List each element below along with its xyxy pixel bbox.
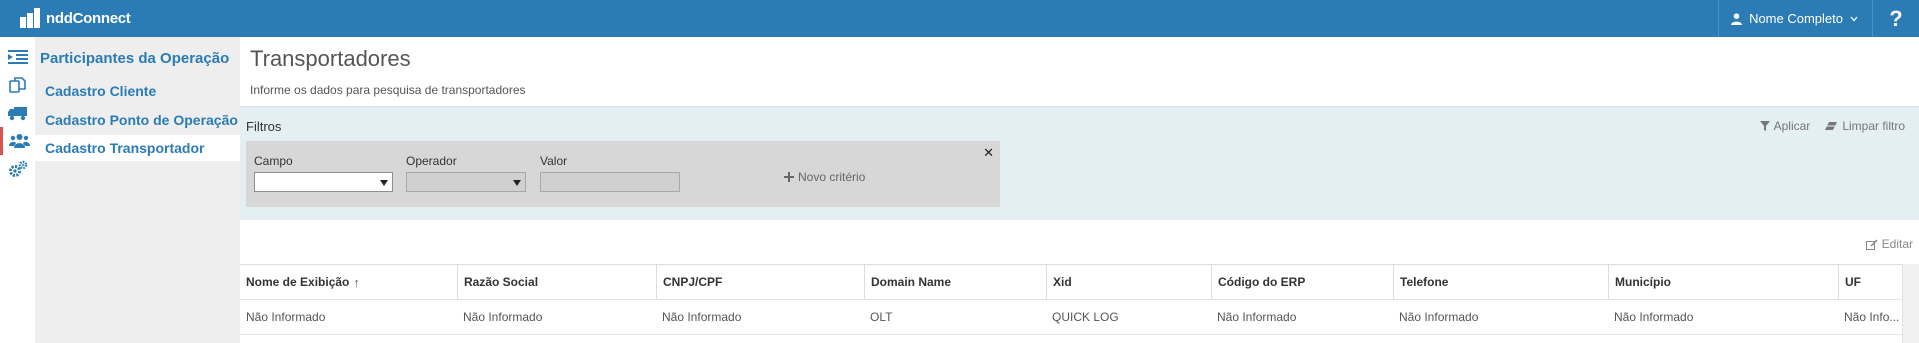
apply-filter-label: Aplicar	[1773, 119, 1811, 133]
icon-rail	[0, 37, 35, 343]
transporters-table: Nome de Exibição ↑ Razão Social CNPJ/CPF…	[240, 264, 1919, 335]
users-group-icon	[8, 134, 30, 148]
subnav-item-cadastro-ponto-operacao[interactable]: Cadastro Ponto de Operação	[45, 112, 238, 128]
rail-participants-button[interactable]	[0, 127, 35, 155]
column-header-razao-social[interactable]: Razão Social	[457, 265, 656, 299]
subnav-title: Participantes da Operação	[40, 50, 230, 67]
value-input[interactable]	[540, 172, 680, 192]
table-cell: Não Informado	[463, 310, 543, 324]
edit-icon	[1865, 238, 1878, 250]
app-logo[interactable]: nddConnect	[20, 8, 131, 28]
filters-panel: Filtros Aplicar Limpar filtro Campo Oper…	[240, 106, 1919, 220]
table-cell: Não Info...	[1844, 310, 1900, 324]
remove-criterion-close-icon[interactable]: ✕	[983, 145, 994, 161]
list-indent-icon	[7, 50, 28, 64]
plus-icon	[784, 172, 794, 182]
value-label: Valor	[540, 154, 568, 168]
field-label: Campo	[254, 154, 293, 168]
gears-icon	[8, 160, 27, 177]
edit-button[interactable]: Editar	[1865, 237, 1913, 251]
column-header-uf[interactable]: UF	[1838, 265, 1902, 299]
column-header-nome-exibicao[interactable]: Nome de Exibição ↑	[240, 265, 457, 299]
table-header: Nome de Exibição ↑ Razão Social CNPJ/CPF…	[240, 264, 1919, 300]
column-header-cnpj-cpf[interactable]: CNPJ/CPF	[656, 265, 864, 299]
column-header-codigo-erp[interactable]: Código do ERP	[1211, 265, 1393, 299]
subnav-item-cadastro-transportador[interactable]: Cadastro Transportador	[35, 135, 240, 161]
operator-label: Operador	[406, 154, 457, 168]
truck-icon	[7, 106, 27, 120]
table-row[interactable]: Não Informado Não Informado Não Informad…	[240, 300, 1919, 335]
table-cell: OLT	[870, 310, 893, 324]
column-header-domain-name[interactable]: Domain Name	[864, 265, 1046, 299]
clear-filter-label: Limpar filtro	[1842, 119, 1905, 133]
page-title: Transportadores	[250, 46, 411, 71]
table-cell: Não Informado	[1399, 310, 1479, 324]
column-header-label: Nome de Exibição	[246, 275, 350, 289]
rail-transport-button[interactable]	[0, 99, 35, 127]
filters-title: Filtros	[246, 119, 282, 134]
rail-list-button[interactable]	[0, 43, 35, 71]
sub-navigation: Participantes da Operação Cadastro Clien…	[35, 37, 240, 343]
field-select[interactable]	[254, 172, 393, 192]
page-subtitle: Informe os dados para pesquisa de transp…	[250, 83, 526, 97]
table-cell: Não Informado	[662, 310, 742, 324]
subnav-item-cadastro-cliente[interactable]: Cadastro Cliente	[45, 83, 156, 99]
column-header-xid[interactable]: Xid	[1046, 265, 1211, 299]
edit-label: Editar	[1881, 237, 1913, 251]
app-name: nddConnect	[46, 9, 131, 27]
logo-icon	[20, 8, 40, 28]
table-cell: Não Informado	[246, 310, 326, 324]
operator-select[interactable]	[406, 172, 526, 192]
rail-settings-button[interactable]	[0, 155, 35, 183]
table-cell: Não Informado	[1614, 310, 1694, 324]
column-header-telefone[interactable]: Telefone	[1393, 265, 1608, 299]
clear-filter-button[interactable]: Limpar filtro	[1824, 119, 1905, 133]
table-cell: Não Informado	[1217, 310, 1297, 324]
filter-actions: Aplicar Limpar filtro	[1759, 119, 1905, 133]
user-icon	[1731, 12, 1743, 25]
help-button[interactable]: ?	[1873, 0, 1919, 37]
user-menu[interactable]: Nome Completo	[1718, 0, 1873, 37]
eraser-icon	[1825, 122, 1838, 130]
funnel-icon	[1759, 121, 1770, 131]
rail-documents-button[interactable]	[0, 71, 35, 99]
copy-document-icon	[8, 77, 26, 93]
chevron-down-icon	[1850, 16, 1858, 21]
column-header-municipio[interactable]: Município	[1608, 265, 1838, 299]
table-cell: QUICK LOG	[1052, 310, 1119, 324]
top-bar: nddConnect Nome Completo ?	[0, 0, 1919, 37]
apply-filter-button[interactable]: Aplicar	[1759, 119, 1811, 133]
new-criterion-label: Novo critério	[798, 170, 866, 184]
new-criterion-button[interactable]: Novo critério	[784, 170, 865, 184]
table-vertical-scrollbar[interactable]	[1902, 264, 1919, 343]
sort-ascending-icon: ↑	[353, 274, 360, 290]
select-caret-icon	[380, 180, 388, 186]
user-name: Nome Completo	[1749, 11, 1843, 26]
select-caret-icon	[513, 180, 521, 186]
filter-criterion: Campo Operador Valor ✕	[246, 141, 1000, 207]
